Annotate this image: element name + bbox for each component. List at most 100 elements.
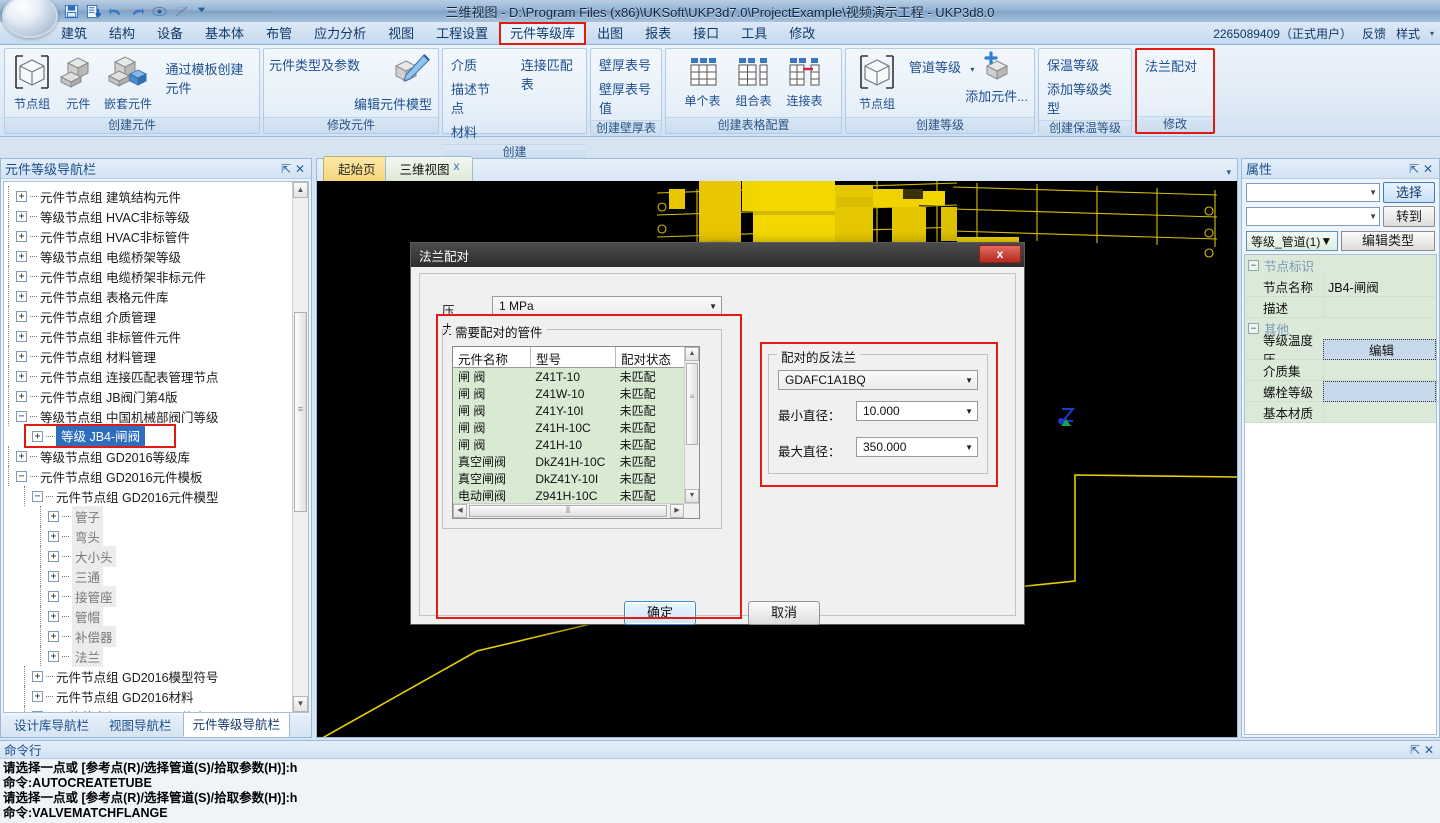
chevron-down-icon[interactable]: ▼ [965,407,973,416]
hide-view-icon[interactable] [174,4,189,19]
tree-node[interactable]: +管帽 [4,606,289,626]
button-nested-element[interactable]: 嵌套元件 [102,53,153,112]
doc-tab-3d-view[interactable]: 三维视图 x [385,156,473,181]
tree-node[interactable]: +元件节点组 HVAC非标管件 [4,226,289,246]
command-line-output[interactable]: 请选择一点或 [参考点(R)/选择管道(S)/拾取参数(H)]:h命令:AUTO… [0,759,1440,823]
collapse-group-icon[interactable]: − [1248,323,1259,334]
link-medium[interactable]: 介质 [448,54,500,75]
expand-node-icon[interactable]: + [32,711,43,714]
button-connect-table[interactable]: 连接表 [783,55,827,109]
doc-tab-close-icon[interactable]: x [454,159,460,173]
chevron-down-icon[interactable]: ▼ [1320,234,1332,248]
table-horizontal-scrollbar[interactable]: ◀ ▶ [453,503,699,518]
min-diameter-dropdown[interactable]: 10.000 ▼ [856,401,978,421]
pressure-dropdown[interactable]: 1 MPa ▼ [492,296,722,316]
scroll-down-arrow-icon[interactable]: ▼ [685,489,699,503]
property-grid[interactable]: −节点标识节点名称JB4-闸阀描述−其他等级温度压...编辑介质集螺栓等级基本材… [1244,254,1437,735]
table-row[interactable]: 闸 阀Z41H-10未匹配 [453,436,684,453]
property-row[interactable]: 介质集 [1245,360,1436,381]
table-row[interactable]: 闸 阀Z41H-10C未匹配 [453,419,684,436]
link-pipe-class[interactable]: 管道等级 [909,60,961,75]
close-icon[interactable]: ✕ [293,162,307,176]
tree-node[interactable]: −元件节点组 GD2016元件模板 [4,466,289,486]
collapse-node-icon[interactable]: − [16,471,27,482]
link-connection-match-table[interactable]: 连接匹配表 [518,54,581,94]
qat-dropdown-icon[interactable] [196,4,211,19]
link-add-class-type[interactable]: 添加等级类型 [1044,78,1126,118]
tab-jibenti[interactable]: 基本体 [194,22,255,45]
expand-node-icon[interactable]: + [16,351,27,362]
tab-yinglifenxi[interactable]: 应力分析 [303,22,377,45]
chevron-down-icon[interactable]: ▼ [965,376,973,385]
button-single-table[interactable]: 单个表 [681,55,725,109]
expand-node-icon[interactable]: + [16,191,27,202]
tab-view-navigator[interactable]: 视图导航栏 [100,713,181,737]
expand-node-icon[interactable]: + [16,211,27,222]
expand-node-icon[interactable]: + [48,651,59,662]
expand-node-icon[interactable]: + [16,291,27,302]
expand-node-icon[interactable]: + [48,611,59,622]
link-describe-node[interactable]: 描述节点 [448,78,500,118]
tab-shitu[interactable]: 视图 [377,22,425,45]
tab-xiugai[interactable]: 修改 [778,22,826,45]
tree-node[interactable]: +管子 [4,506,289,526]
expand-node-icon[interactable]: + [48,571,59,582]
tree-node[interactable]: +元件节点组 材料管理 [4,346,289,366]
property-row[interactable]: 基本材质 [1245,402,1436,423]
tabbar-collapse-icon[interactable]: ▾ [1226,167,1231,178]
category-combo[interactable]: ▼ [1246,183,1380,202]
goto-button[interactable]: 转到 [1383,206,1435,227]
link-wall-thickness-no[interactable]: 壁厚表号 [596,54,656,75]
save-icon[interactable] [64,4,79,19]
expand-node-icon[interactable]: + [48,631,59,642]
table-row[interactable]: 真空闸阀DkZ41Y-10I未匹配 [453,470,684,487]
scroll-right-arrow-icon[interactable]: ▶ [670,504,684,518]
doc-tab-start-page[interactable]: 起始页 [323,156,391,181]
tree-node[interactable]: +等级 JB4-闸阀 [4,426,289,446]
expand-node-icon[interactable]: + [16,311,27,322]
chevron-down-icon[interactable]: ▼ [709,302,717,311]
collapse-group-icon[interactable]: − [1248,260,1259,271]
tree-node[interactable]: +法兰 [4,646,289,666]
collapse-node-icon[interactable]: − [16,411,27,422]
table-column-header[interactable]: 元件名称 [453,347,531,367]
property-row[interactable]: 螺栓等级 [1245,381,1436,402]
table-vertical-scrollbar[interactable]: ▲ ▼ [684,347,699,503]
tree-scroll-area[interactable]: +元件节点组 建筑结构元件+等级节点组 HVAC非标等级+元件节点组 HVAC非… [3,181,309,713]
tree-node[interactable]: +弯头 [4,526,289,546]
feedback-link[interactable]: 反馈 [1362,25,1386,42]
table-row[interactable]: 闸 阀Z41Y-10I未匹配 [453,402,684,419]
tab-jiekou[interactable]: 接口 [682,22,730,45]
tree-node[interactable]: −等级节点组 中国机械部阀门等级 [4,406,289,426]
tab-chutu[interactable]: 出图 [586,22,634,45]
tab-gongju[interactable]: 工具 [730,22,778,45]
tree-node[interactable]: +元件节点组 GD2016模型符号 [4,666,289,686]
tree-vertical-scrollbar[interactable]: ▲ ▼ [292,182,308,712]
undo-icon[interactable] [108,4,123,19]
tab-jiegou[interactable]: 结构 [98,22,146,45]
tree-scroll-thumb[interactable] [294,312,307,512]
property-value[interactable] [1323,381,1436,402]
expand-node-icon[interactable]: + [16,371,27,382]
expand-node-icon[interactable]: + [16,271,27,282]
button-element[interactable]: 元件 [56,53,100,112]
scroll-up-arrow-icon[interactable]: ▲ [293,182,308,198]
table-row[interactable]: 真空闸阀DkZ41H-10C未匹配 [453,453,684,470]
property-row[interactable]: 节点名称JB4-闸阀 [1245,276,1436,297]
expand-node-icon[interactable]: + [48,531,59,542]
save-as-icon[interactable] [86,4,101,19]
tree-node[interactable]: +三通 [4,566,289,586]
expand-node-icon[interactable]: + [48,551,59,562]
expand-node-icon[interactable]: + [16,331,27,342]
type-combo[interactable]: 等级_管道(1) ▼ [1246,231,1338,251]
tree-node[interactable]: +元件节点组 电缆桥架非标元件 [4,266,289,286]
button-add-element-label[interactable]: 添加元件... [965,86,1028,105]
select-button[interactable]: 选择 [1383,182,1435,203]
property-group-header[interactable]: −节点标识 [1245,255,1436,276]
expand-node-icon[interactable]: + [32,431,43,442]
tree-node[interactable]: +元件节点组 建筑结构元件 [4,186,289,206]
redo-icon[interactable] [130,4,145,19]
tab-buguan[interactable]: 布管 [255,22,303,45]
max-diameter-dropdown[interactable]: 350.000 ▼ [856,437,978,457]
tree-node[interactable]: +等级节点组 HVAC非标等级 [4,206,289,226]
